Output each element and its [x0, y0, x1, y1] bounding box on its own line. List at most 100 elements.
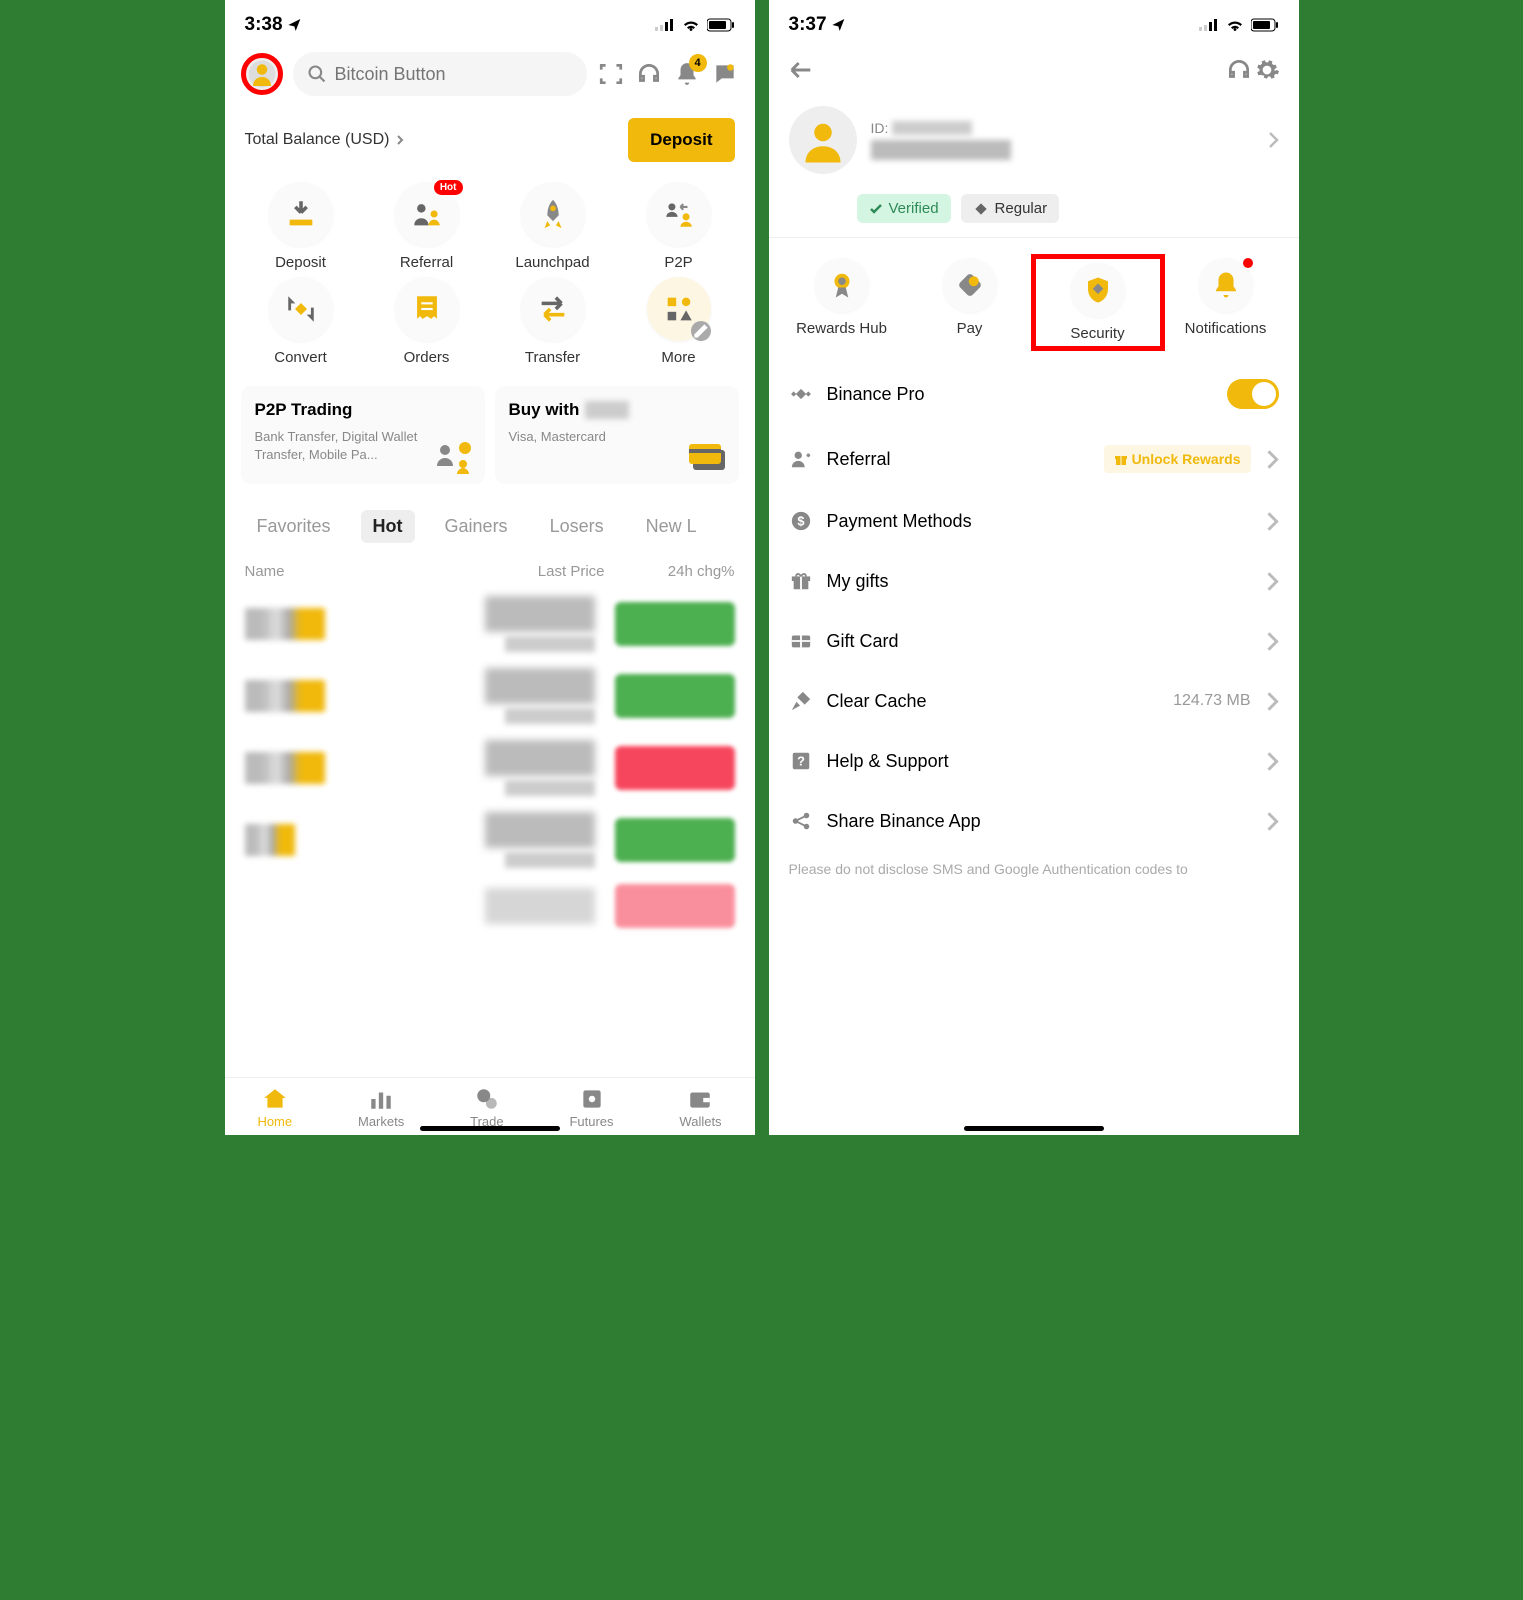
cache-size: 124.73 MB	[1173, 692, 1250, 710]
row-clear-cache[interactable]: Clear Cache 124.73 MB	[789, 671, 1279, 731]
tab-losers[interactable]: Losers	[538, 510, 616, 543]
search-input[interactable]	[335, 64, 573, 85]
market-row[interactable]	[225, 732, 755, 804]
quick-pay[interactable]: Pay	[909, 258, 1031, 347]
home-screen: 3:38 4 Total Bala	[225, 0, 755, 1135]
market-row[interactable]	[225, 588, 755, 660]
grid-convert[interactable]: Convert	[241, 277, 361, 366]
bell-icon	[1211, 270, 1241, 300]
p2p-card-icon	[435, 440, 475, 474]
avatar-icon	[247, 59, 277, 89]
chevron-right-icon	[395, 135, 405, 145]
nav-trade[interactable]: Trade	[470, 1086, 503, 1129]
buy-with-card[interactable]: Buy with Visa, Mastercard	[495, 386, 739, 484]
svg-text:$: $	[797, 514, 804, 529]
market-tabs: Favorites Hot Gainers Losers New L	[225, 498, 755, 555]
quick-security[interactable]: Security	[1031, 254, 1165, 351]
chevron-right-icon	[1265, 811, 1279, 832]
profile-screen: 3:37 ID: Verified	[769, 0, 1299, 1135]
chevron-right-icon	[1265, 751, 1279, 772]
nav-markets[interactable]: Markets	[358, 1086, 404, 1129]
row-payment-methods[interactable]: $ Payment Methods	[789, 491, 1279, 551]
row-share-app[interactable]: Share Binance App	[789, 791, 1279, 851]
avatar-icon	[798, 115, 848, 165]
deposit-icon	[284, 197, 318, 231]
message-button[interactable]	[711, 60, 739, 88]
support-button[interactable]	[635, 60, 663, 88]
user-name	[871, 140, 1011, 160]
search-icon	[307, 64, 327, 84]
notification-badge: 4	[689, 54, 707, 72]
location-icon	[287, 17, 303, 33]
deposit-button[interactable]: Deposit	[628, 118, 734, 162]
pro-toggle[interactable]	[1227, 379, 1279, 409]
tab-hot[interactable]: Hot	[361, 510, 415, 543]
grid-deposit[interactable]: Deposit	[241, 182, 361, 271]
check-icon	[869, 202, 883, 216]
row-referral[interactable]: Referral Unlock Rewards	[789, 427, 1279, 491]
quick-notifications[interactable]: Notifications	[1165, 258, 1287, 347]
balance-label[interactable]: Total Balance (USD)	[245, 131, 406, 149]
trade-icon	[474, 1086, 500, 1112]
home-indicator	[420, 1126, 560, 1131]
location-icon	[831, 17, 847, 33]
row-binance-pro[interactable]: Binance Pro	[789, 361, 1279, 427]
row-help-support[interactable]: ? Help & Support	[789, 731, 1279, 791]
profile-avatar-button[interactable]	[241, 53, 283, 95]
grid-launchpad[interactable]: Launchpad	[493, 182, 613, 271]
market-row[interactable]	[225, 660, 755, 732]
status-time: 3:37	[789, 14, 847, 36]
market-row[interactable]	[225, 804, 755, 876]
nav-home[interactable]: Home	[257, 1086, 292, 1129]
support-button[interactable]	[1225, 56, 1253, 84]
chevron-right-icon	[1265, 691, 1279, 712]
headset-icon	[636, 61, 662, 87]
status-indicators	[655, 18, 735, 32]
wifi-icon	[681, 18, 701, 32]
medal-icon	[827, 270, 857, 300]
signal-icon	[1199, 19, 1219, 31]
home-indicator	[964, 1126, 1104, 1131]
back-button[interactable]	[787, 56, 815, 84]
profile-info-section[interactable]: ID:	[769, 96, 1299, 184]
grid-more[interactable]: More	[619, 277, 739, 366]
profile-avatar	[789, 106, 857, 174]
market-list-header: Name Last Price 24h chg%	[225, 555, 755, 588]
nav-futures[interactable]: Futures	[569, 1086, 613, 1129]
brush-icon	[790, 690, 812, 712]
grid-transfer[interactable]: Transfer	[493, 277, 613, 366]
gift-icon	[790, 570, 812, 592]
diamond-icon	[973, 201, 989, 217]
grid-orders[interactable]: Orders	[367, 277, 487, 366]
gift-icon	[1114, 452, 1128, 466]
status-badges: Verified Regular	[769, 194, 1299, 223]
quick-rewards-hub[interactable]: Rewards Hub	[781, 258, 903, 347]
tab-gainers[interactable]: Gainers	[433, 510, 520, 543]
chevron-right-icon	[1267, 131, 1279, 149]
tab-new[interactable]: New L	[634, 510, 709, 543]
status-time: 3:38	[245, 14, 303, 36]
scan-button[interactable]	[597, 60, 625, 88]
grid-referral[interactable]: Hot Referral	[367, 182, 487, 271]
pay-icon	[955, 270, 985, 300]
notifications-button[interactable]: 4	[673, 60, 701, 88]
market-row[interactable]	[225, 876, 755, 936]
giftcard-icon	[790, 630, 812, 652]
grid-p2p[interactable]: P2P	[619, 182, 739, 271]
dollar-icon: $	[790, 510, 812, 532]
row-gift-card[interactable]: Gift Card	[789, 611, 1279, 671]
home-header: 4	[225, 44, 755, 104]
nav-wallets[interactable]: Wallets	[679, 1086, 721, 1129]
balance-section: Total Balance (USD) Deposit	[225, 104, 755, 176]
tab-favorites[interactable]: Favorites	[245, 510, 343, 543]
chevron-right-icon	[1265, 449, 1279, 470]
user-id: ID:	[871, 120, 1253, 136]
user-plus-icon	[790, 448, 812, 470]
signal-icon	[655, 19, 675, 31]
settings-button[interactable]	[1253, 56, 1281, 84]
wifi-icon	[1225, 18, 1245, 32]
p2p-trading-card[interactable]: P2P Trading Bank Transfer, Digital Walle…	[241, 386, 485, 484]
row-my-gifts[interactable]: My gifts	[789, 551, 1279, 611]
search-bar[interactable]	[293, 52, 587, 96]
help-icon: ?	[790, 750, 812, 772]
